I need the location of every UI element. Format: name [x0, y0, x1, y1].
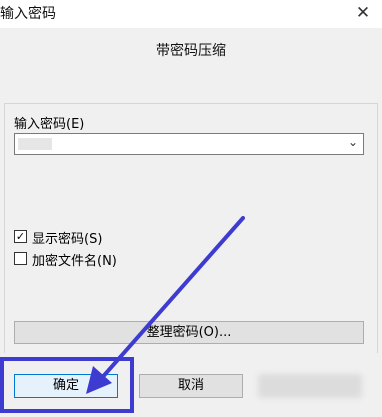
- annotation-arrow-icon: [86, 216, 245, 394]
